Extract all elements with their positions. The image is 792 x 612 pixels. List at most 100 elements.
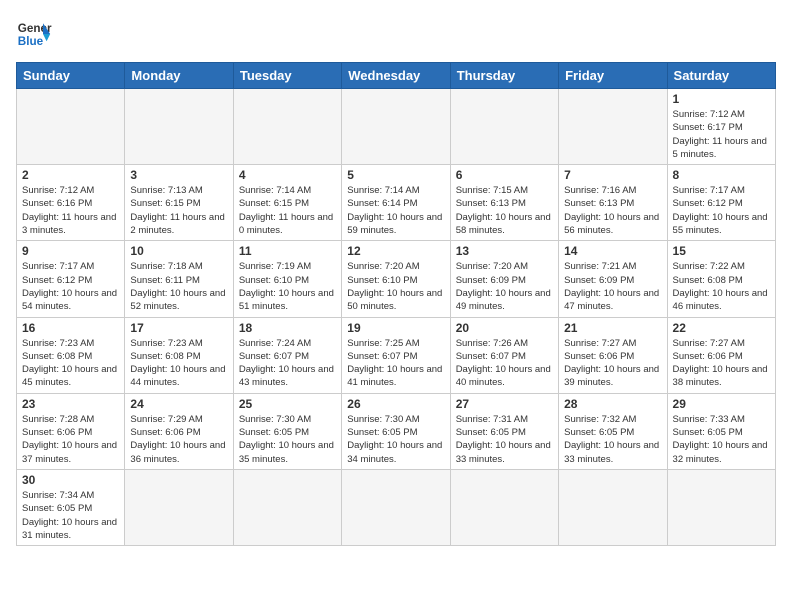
day-number: 27: [456, 397, 553, 411]
day-info: Sunrise: 7:12 AM Sunset: 6:16 PM Dayligh…: [22, 184, 119, 237]
day-number: 3: [130, 168, 227, 182]
calendar-cell: 29 Sunrise: 7:33 AM Sunset: 6:05 PM Dayli…: [667, 393, 775, 469]
calendar-cell: 12Sunrise: 7:20 AM Sunset: 6:10 PM Dayli…: [342, 241, 450, 317]
day-info: Sunrise: 7:28 AM Sunset: 6:06 PM Dayligh…: [22, 413, 119, 466]
calendar-cell: [233, 89, 341, 165]
day-number: 22: [673, 321, 770, 335]
day-info: Sunrise: 7:16 AM Sunset: 6:13 PM Dayligh…: [564, 184, 661, 237]
day-number: 29: [673, 397, 770, 411]
day-number: 26: [347, 397, 444, 411]
calendar-cell: 21 Sunrise: 7:27 AM Sunset: 6:06 PM Dayli…: [559, 317, 667, 393]
calendar-cell: [559, 469, 667, 545]
day-number: 28: [564, 397, 661, 411]
calendar-cell: 25Sunrise: 7:30 AM Sunset: 6:05 PM Dayli…: [233, 393, 341, 469]
day-info: Sunrise: 7:20 AM Sunset: 6:09 PM Dayligh…: [456, 260, 553, 313]
day-info: Sunrise: 7:14 AM Sunset: 6:14 PM Dayligh…: [347, 184, 444, 237]
calendar-cell: [559, 89, 667, 165]
calendar-cell: 18Sunrise: 7:24 AM Sunset: 6:07 PM Dayli…: [233, 317, 341, 393]
calendar-cell: 28 Sunrise: 7:32 AM Sunset: 6:05 PM Dayli…: [559, 393, 667, 469]
calendar-header: SundayMondayTuesdayWednesdayThursdayFrid…: [17, 63, 776, 89]
calendar-cell: [450, 469, 558, 545]
calendar-cell: 4 Sunrise: 7:14 AM Sunset: 6:15 PM Daylig…: [233, 165, 341, 241]
calendar-cell: 1 Sunrise: 7:12 AM Sunset: 6:17 PM Daylig…: [667, 89, 775, 165]
calendar-cell: [667, 469, 775, 545]
day-number: 7: [564, 168, 661, 182]
day-number: 1: [673, 92, 770, 106]
day-info: Sunrise: 7:31 AM Sunset: 6:05 PM Dayligh…: [456, 413, 553, 466]
day-number: 30: [22, 473, 119, 487]
day-header-sunday: Sunday: [17, 63, 125, 89]
day-number: 2: [22, 168, 119, 182]
day-info: Sunrise: 7:26 AM Sunset: 6:07 PM Dayligh…: [456, 337, 553, 390]
day-number: 14: [564, 244, 661, 258]
calendar-cell: 8 Sunrise: 7:17 AM Sunset: 6:12 PM Daylig…: [667, 165, 775, 241]
day-number: 11: [239, 244, 336, 258]
day-header-monday: Monday: [125, 63, 233, 89]
day-number: 5: [347, 168, 444, 182]
calendar-cell: 24Sunrise: 7:29 AM Sunset: 6:06 PM Dayli…: [125, 393, 233, 469]
calendar-cell: [125, 469, 233, 545]
day-info: Sunrise: 7:33 AM Sunset: 6:05 PM Dayligh…: [673, 413, 770, 466]
day-number: 10: [130, 244, 227, 258]
day-number: 20: [456, 321, 553, 335]
day-number: 19: [347, 321, 444, 335]
day-info: Sunrise: 7:27 AM Sunset: 6:06 PM Dayligh…: [564, 337, 661, 390]
calendar-cell: 2 Sunrise: 7:12 AM Sunset: 6:16 PM Daylig…: [17, 165, 125, 241]
day-info: Sunrise: 7:30 AM Sunset: 6:05 PM Dayligh…: [239, 413, 336, 466]
day-info: Sunrise: 7:19 AM Sunset: 6:10 PM Dayligh…: [239, 260, 336, 313]
day-number: 15: [673, 244, 770, 258]
day-number: 23: [22, 397, 119, 411]
calendar-cell: [342, 89, 450, 165]
day-header-wednesday: Wednesday: [342, 63, 450, 89]
day-info: Sunrise: 7:29 AM Sunset: 6:06 PM Dayligh…: [130, 413, 227, 466]
day-info: Sunrise: 7:32 AM Sunset: 6:05 PM Dayligh…: [564, 413, 661, 466]
logo-icon: General Blue: [16, 16, 52, 52]
day-info: Sunrise: 7:17 AM Sunset: 6:12 PM Dayligh…: [673, 184, 770, 237]
page-header: General Blue: [16, 16, 776, 52]
day-info: Sunrise: 7:27 AM Sunset: 6:06 PM Dayligh…: [673, 337, 770, 390]
calendar-cell: 27 Sunrise: 7:31 AM Sunset: 6:05 PM Dayli…: [450, 393, 558, 469]
calendar-cell: 5 Sunrise: 7:14 AM Sunset: 6:14 PM Daylig…: [342, 165, 450, 241]
calendar-cell: 19 Sunrise: 7:25 AM Sunset: 6:07 PM Dayli…: [342, 317, 450, 393]
day-info: Sunrise: 7:14 AM Sunset: 6:15 PM Dayligh…: [239, 184, 336, 237]
calendar-cell: 13 Sunrise: 7:20 AM Sunset: 6:09 PM Dayli…: [450, 241, 558, 317]
day-header-saturday: Saturday: [667, 63, 775, 89]
day-info: Sunrise: 7:34 AM Sunset: 6:05 PM Dayligh…: [22, 489, 119, 542]
day-header-friday: Friday: [559, 63, 667, 89]
day-number: 4: [239, 168, 336, 182]
calendar-cell: 10 Sunrise: 7:18 AM Sunset: 6:11 PM Dayli…: [125, 241, 233, 317]
day-number: 17: [130, 321, 227, 335]
day-info: Sunrise: 7:24 AM Sunset: 6:07 PM Dayligh…: [239, 337, 336, 390]
calendar-cell: 22 Sunrise: 7:27 AM Sunset: 6:06 PM Dayli…: [667, 317, 775, 393]
day-info: Sunrise: 7:25 AM Sunset: 6:07 PM Dayligh…: [347, 337, 444, 390]
calendar-cell: 11 Sunrise: 7:19 AM Sunset: 6:10 PM Dayli…: [233, 241, 341, 317]
day-info: Sunrise: 7:21 AM Sunset: 6:09 PM Dayligh…: [564, 260, 661, 313]
logo: General Blue: [16, 16, 52, 52]
calendar-cell: 17 Sunrise: 7:23 AM Sunset: 6:08 PM Dayli…: [125, 317, 233, 393]
calendar-cell: 14 Sunrise: 7:21 AM Sunset: 6:09 PM Dayli…: [559, 241, 667, 317]
day-number: 6: [456, 168, 553, 182]
day-info: Sunrise: 7:23 AM Sunset: 6:08 PM Dayligh…: [130, 337, 227, 390]
calendar-cell: 26Sunrise: 7:30 AM Sunset: 6:05 PM Dayli…: [342, 393, 450, 469]
day-number: 16: [22, 321, 119, 335]
calendar-cell: 15Sunrise: 7:22 AM Sunset: 6:08 PM Dayli…: [667, 241, 775, 317]
day-header-thursday: Thursday: [450, 63, 558, 89]
calendar-cell: 20 Sunrise: 7:26 AM Sunset: 6:07 PM Dayli…: [450, 317, 558, 393]
day-number: 21: [564, 321, 661, 335]
svg-text:Blue: Blue: [18, 35, 44, 48]
day-number: 12: [347, 244, 444, 258]
calendar-cell: [233, 469, 341, 545]
calendar-cell: 6Sunrise: 7:15 AM Sunset: 6:13 PM Daylig…: [450, 165, 558, 241]
calendar-cell: [17, 89, 125, 165]
calendar-cell: 3 Sunrise: 7:13 AM Sunset: 6:15 PM Daylig…: [125, 165, 233, 241]
calendar-cell: [125, 89, 233, 165]
day-info: Sunrise: 7:12 AM Sunset: 6:17 PM Dayligh…: [673, 108, 770, 161]
calendar-cell: 7 Sunrise: 7:16 AM Sunset: 6:13 PM Daylig…: [559, 165, 667, 241]
calendar-cell: 30 Sunrise: 7:34 AM Sunset: 6:05 PM Dayli…: [17, 469, 125, 545]
calendar-cell: 23 Sunrise: 7:28 AM Sunset: 6:06 PM Dayli…: [17, 393, 125, 469]
day-number: 8: [673, 168, 770, 182]
day-header-tuesday: Tuesday: [233, 63, 341, 89]
day-info: Sunrise: 7:13 AM Sunset: 6:15 PM Dayligh…: [130, 184, 227, 237]
day-number: 13: [456, 244, 553, 258]
day-info: Sunrise: 7:18 AM Sunset: 6:11 PM Dayligh…: [130, 260, 227, 313]
